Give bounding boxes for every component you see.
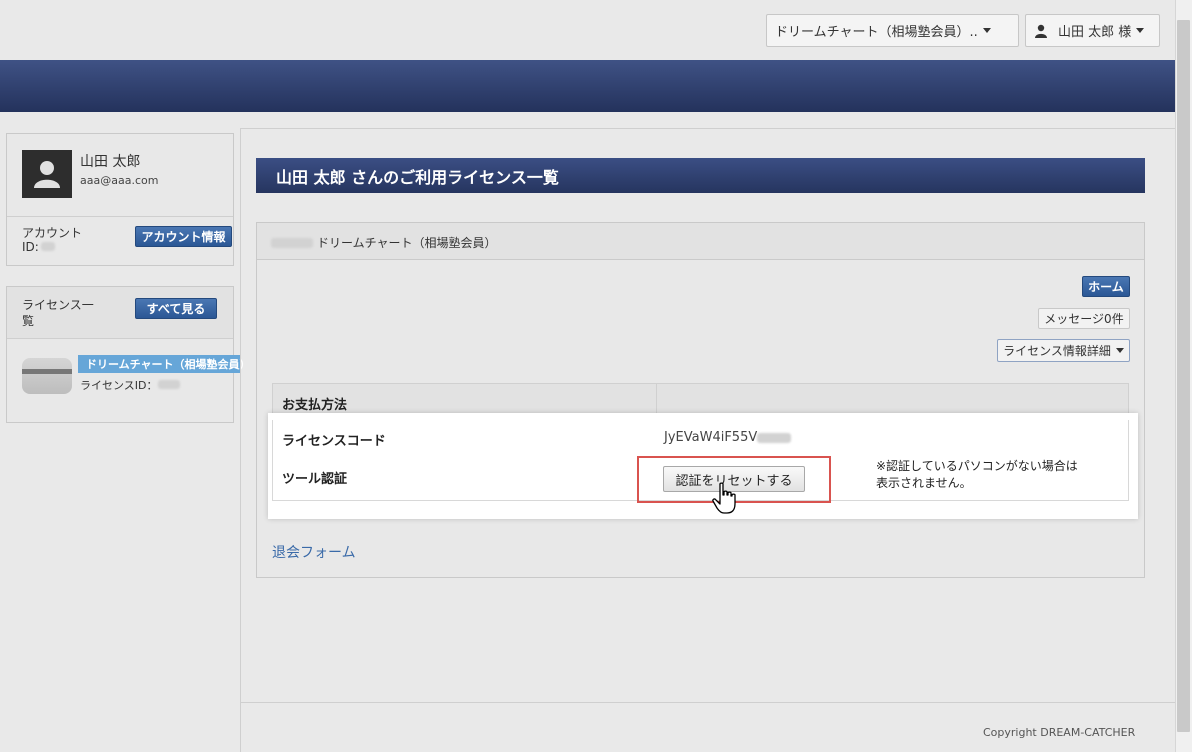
auth-note-line2: 表示されません。 <box>876 476 972 490</box>
divider <box>7 216 233 217</box>
license-card-title: ドリームチャート（相場塾会員） <box>271 234 497 251</box>
auth-note: ※認証しているパソコンがない場合は 表示されません。 <box>876 458 1078 492</box>
account-info-button[interactable]: アカウント情報 <box>135 226 232 247</box>
scrollbar-thumb[interactable] <box>1177 20 1190 732</box>
chevron-down-icon <box>982 28 991 33</box>
license-card-title-text: ドリームチャート（相場塾会員） <box>317 236 497 250</box>
avatar <box>22 150 72 198</box>
user-dropdown[interactable]: 山田 太郎 様 <box>1025 14 1160 47</box>
page-title-text: 山田 太郎 さんのご利用ライセンス一覧 <box>276 167 559 187</box>
footer-divider <box>240 702 1175 703</box>
chevron-down-icon <box>1136 28 1145 33</box>
license-code-value-text: JyEVaW4iF55V <box>664 430 758 445</box>
license-item-id: ライセンスID： <box>80 377 180 393</box>
hand-cursor-icon <box>712 482 736 514</box>
license-item-id-label: ライセンスID： <box>80 379 158 392</box>
account-id-label: アカウント ID: <box>22 226 86 254</box>
messages-button[interactable]: メッセージ0件 <box>1038 308 1130 329</box>
main-border-left <box>240 128 241 752</box>
user-icon <box>1035 24 1047 38</box>
license-item-name[interactable]: ドリームチャート（相場塾会員） <box>78 355 251 373</box>
license-code-value-masked <box>757 432 792 443</box>
license-detail-button-label: ライセンス情報詳細 <box>1003 344 1111 358</box>
user-icon <box>34 161 60 188</box>
main-border-top <box>240 128 1175 129</box>
license-card-title-prefix <box>271 237 313 248</box>
table-row: ライセンスコード JyEVaW4iF55V <box>272 420 1129 458</box>
copyright: Copyright DREAM-CATCHER <box>983 726 1136 739</box>
auth-note-line1: ※認証しているパソコンがない場合は <box>876 459 1078 473</box>
page-title: 山田 太郎 さんのご利用ライセンス一覧 <box>256 158 1145 193</box>
license-thumbnail <box>22 358 72 394</box>
license-code-label: ライセンスコード <box>282 434 386 449</box>
license-thumbnail-stripe <box>22 369 72 374</box>
chevron-down-icon <box>1115 348 1124 353</box>
nav-band <box>0 60 1175 112</box>
product-dropdown[interactable]: ドリームチャート（相場塾会員）.. <box>766 14 1019 47</box>
account-id-value <box>40 242 55 251</box>
license-item-id-value <box>157 380 180 389</box>
profile-email: aaa@aaa.com <box>80 174 159 187</box>
license-detail-button[interactable]: ライセンス情報詳細 <box>997 339 1130 362</box>
license-code-value: JyEVaW4iF55V <box>664 430 792 445</box>
product-dropdown-label: ドリームチャート（相場塾会員）.. <box>775 25 978 40</box>
view-all-button[interactable]: すべて見る <box>135 298 217 319</box>
home-button[interactable]: ホーム <box>1082 276 1130 297</box>
profile-name: 山田 太郎 <box>80 154 141 170</box>
tool-auth-label: ツール認証 <box>282 472 348 487</box>
user-dropdown-label: 山田 太郎 様 <box>1058 25 1132 40</box>
license-list-heading: ライセンス一覧 <box>22 298 94 328</box>
payment-label: お支払方法 <box>282 398 348 413</box>
withdraw-link[interactable]: 退会フォーム <box>272 542 356 562</box>
